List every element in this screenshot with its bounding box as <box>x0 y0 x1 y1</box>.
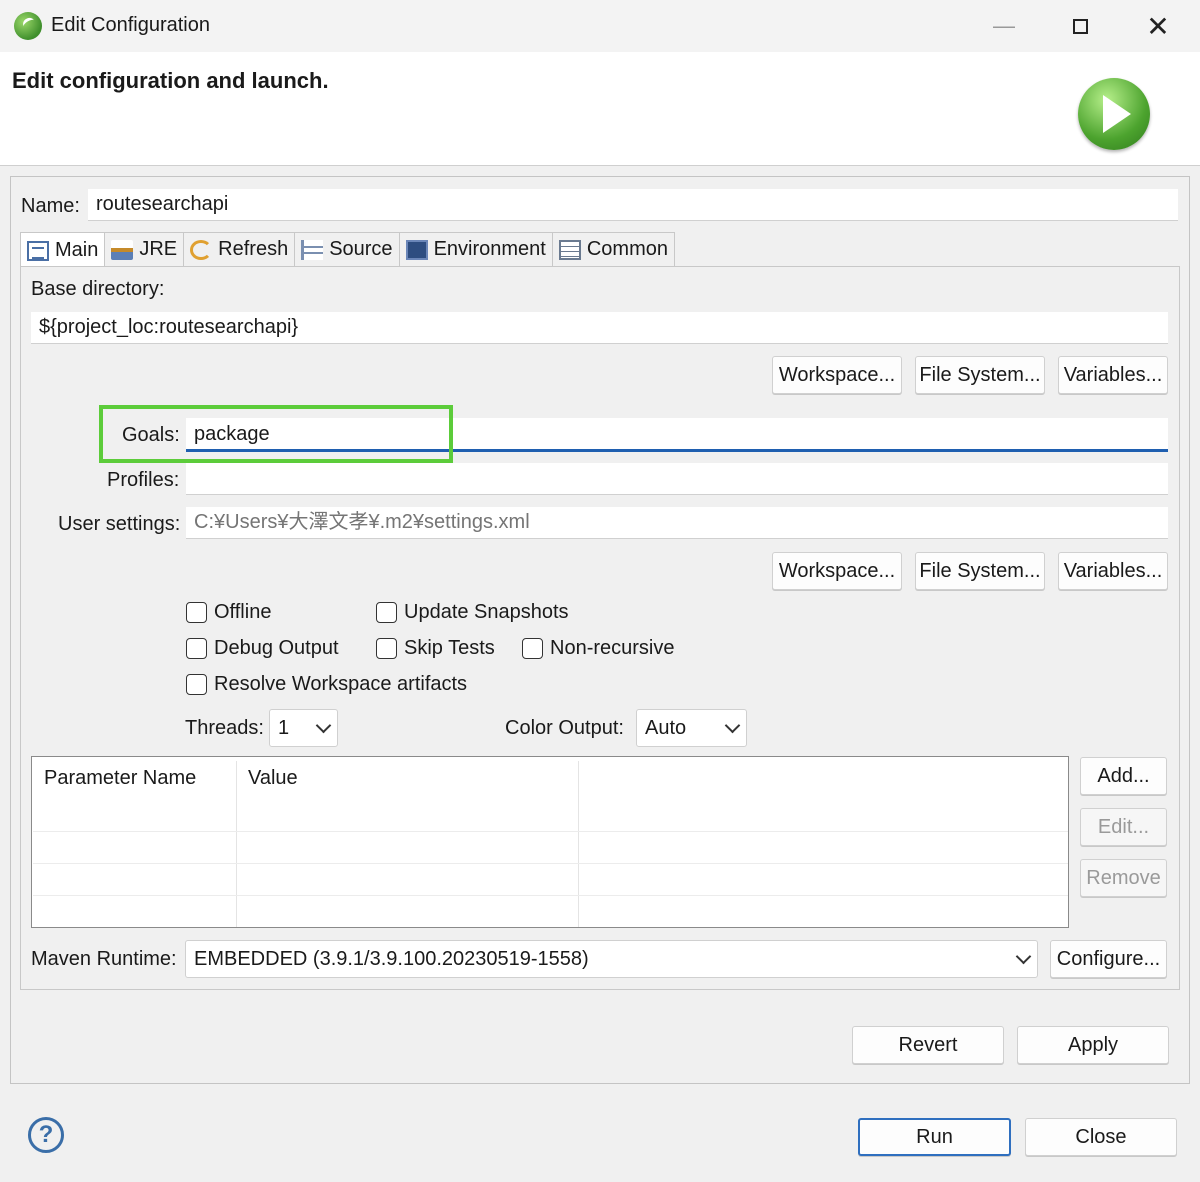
non-recursive-checkbox[interactable]: Non-recursive <box>522 637 674 660</box>
table-row <box>33 863 1068 864</box>
refresh-tab-icon <box>190 239 213 260</box>
help-icon[interactable]: ? <box>28 1117 64 1153</box>
tab-common-label: Common <box>586 238 668 260</box>
non-recursive-checkbox-box[interactable] <box>522 638 543 659</box>
run-button[interactable]: Run <box>858 1118 1011 1156</box>
configure-runtime-button[interactable]: Configure... <box>1050 940 1167 978</box>
minimize-icon[interactable]: — <box>982 8 1026 44</box>
run-launch-icon <box>1078 78 1150 150</box>
threads-value: 1 <box>278 716 290 739</box>
source-tab-icon <box>301 239 324 260</box>
debug-output-checkbox[interactable]: Debug Output <box>186 637 339 660</box>
skip-tests-checkbox[interactable]: Skip Tests <box>376 637 495 660</box>
parameter-table[interactable]: Parameter Name Value <box>31 756 1069 928</box>
tab-main-label: Main <box>55 239 99 261</box>
tab-jre-label: JRE <box>139 238 178 260</box>
spring-app-icon <box>14 12 42 40</box>
tab-common[interactable]: Common <box>551 232 675 266</box>
goals-highlight-box <box>99 405 453 463</box>
chevron-down-icon <box>315 717 332 734</box>
close-window-icon[interactable]: ✕ <box>1136 8 1180 44</box>
revert-button[interactable]: Revert <box>852 1026 1004 1064</box>
settings-file-system-button[interactable]: File System... <box>915 552 1045 590</box>
update-snapshots-label: Update Snapshots <box>404 601 569 623</box>
color-output-label: Color Output: <box>505 717 624 739</box>
color-output-select[interactable]: Auto <box>636 709 747 747</box>
name-input[interactable] <box>88 189 1178 221</box>
environment-tab-icon <box>405 239 428 260</box>
table-row <box>33 831 1068 832</box>
update-snapshots-checkbox[interactable]: Update Snapshots <box>376 601 569 624</box>
window-title: Edit Configuration <box>51 14 210 36</box>
tab-jre[interactable]: JRE <box>104 232 185 266</box>
tab-main[interactable]: Main <box>20 232 106 268</box>
skip-tests-checkbox-box[interactable] <box>376 638 397 659</box>
column-header-value[interactable]: Value <box>248 767 298 790</box>
edit-parameter-button[interactable]: Edit... <box>1080 808 1167 846</box>
base-directory-label: Base directory: <box>31 278 165 300</box>
profiles-label: Profiles: <box>107 469 180 491</box>
offline-checkbox-box[interactable] <box>186 602 207 623</box>
tab-environment[interactable]: Environment <box>398 232 553 266</box>
resolve-workspace-checkbox[interactable]: Resolve Workspace artifacts <box>186 673 467 696</box>
column-header-parameter-name[interactable]: Parameter Name <box>44 767 196 790</box>
name-label: Name: <box>21 195 80 217</box>
settings-workspace-button[interactable]: Workspace... <box>772 552 902 590</box>
tab-refresh[interactable]: Refresh <box>183 232 296 266</box>
column-divider <box>578 761 579 927</box>
tab-environment-label: Environment <box>433 238 546 260</box>
main-tab-icon <box>27 240 49 261</box>
remove-parameter-button[interactable]: Remove <box>1080 859 1167 897</box>
base-dir-variables-button[interactable]: Variables... <box>1058 356 1168 394</box>
profiles-input[interactable] <box>186 463 1168 495</box>
color-output-value: Auto <box>645 716 687 739</box>
tab-source-label: Source <box>329 238 393 260</box>
tab-source[interactable]: Source <box>294 232 400 266</box>
table-row <box>33 895 1068 896</box>
non-recursive-label: Non-recursive <box>550 637 675 659</box>
base-dir-file-system-button[interactable]: File System... <box>915 356 1045 394</box>
threads-select[interactable]: 1 <box>269 709 338 747</box>
dialog-header-title: Edit configuration and launch. <box>12 68 329 93</box>
threads-label: Threads: <box>185 717 264 739</box>
resolve-workspace-label: Resolve Workspace artifacts <box>214 673 468 695</box>
jre-tab-icon <box>111 239 134 260</box>
offline-label: Offline <box>214 601 272 623</box>
base-directory-input[interactable] <box>31 312 1168 344</box>
update-snapshots-checkbox-box[interactable] <box>376 602 397 623</box>
offline-checkbox[interactable]: Offline <box>186 601 271 624</box>
close-button[interactable]: Close <box>1025 1118 1177 1156</box>
debug-output-label: Debug Output <box>214 637 339 659</box>
user-settings-input[interactable] <box>186 507 1168 539</box>
settings-variables-button[interactable]: Variables... <box>1058 552 1168 590</box>
tab-refresh-label: Refresh <box>218 238 289 260</box>
apply-button[interactable]: Apply <box>1017 1026 1169 1064</box>
user-settings-label: User settings: <box>58 513 181 535</box>
maximize-icon[interactable] <box>1058 8 1102 44</box>
add-parameter-button[interactable]: Add... <box>1080 757 1167 795</box>
chevron-down-icon <box>1015 948 1032 965</box>
debug-output-checkbox-box[interactable] <box>186 638 207 659</box>
maven-runtime-value: EMBEDDED (3.9.1/3.9.100.20230519-1558) <box>194 947 589 970</box>
resolve-workspace-checkbox-box[interactable] <box>186 674 207 695</box>
skip-tests-label: Skip Tests <box>404 637 495 659</box>
tab-bar: Main JRE Refresh Source Environment Comm… <box>20 232 675 268</box>
base-dir-workspace-button[interactable]: Workspace... <box>772 356 902 394</box>
chevron-down-icon <box>724 717 741 734</box>
maven-runtime-select[interactable]: EMBEDDED (3.9.1/3.9.100.20230519-1558) <box>185 940 1038 978</box>
column-divider <box>236 761 237 927</box>
common-tab-icon <box>558 239 581 260</box>
maven-runtime-label: Maven Runtime: <box>31 948 177 970</box>
